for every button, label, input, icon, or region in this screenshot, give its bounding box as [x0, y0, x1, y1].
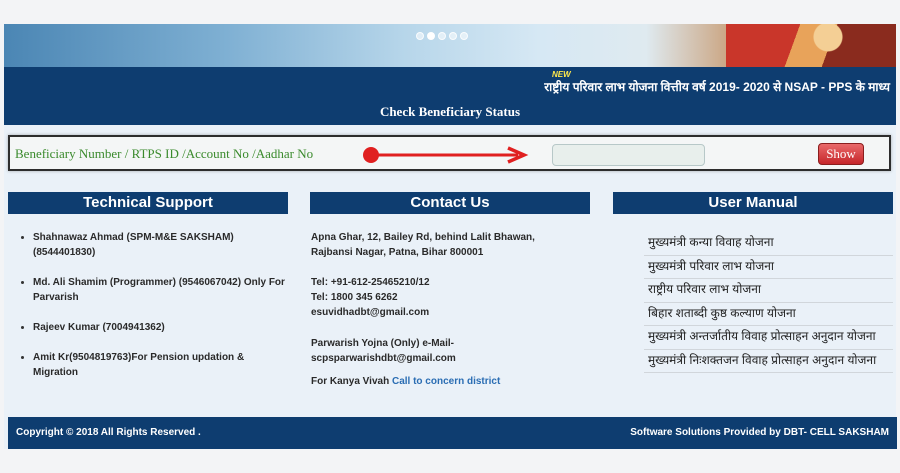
parwarish-email-block: Parwarish Yojna (Only) e-Mail- scpsparwa…: [311, 336, 586, 366]
manual-link[interactable]: मुख्यमंत्री कन्या विवाह योजना: [644, 232, 893, 256]
manual-link[interactable]: राष्ट्रीय परिवार लाभ योजना: [644, 279, 893, 303]
manual-link[interactable]: मुख्यमंत्री निःशक्तजन विवाह प्रोत्साहन अ…: [644, 350, 893, 373]
email-address[interactable]: esuvidhadbt@gmail.com: [311, 305, 586, 320]
beneficiary-id-input[interactable]: [552, 144, 705, 166]
parwarish-email[interactable]: scpsparwarishdbt@gmail.com: [311, 351, 586, 366]
office-address: Apna Ghar, 12, Bailey Rd, behind Lalit B…: [311, 230, 586, 260]
manual-link[interactable]: मुख्यमंत्री परिवार लाभ योजना: [644, 256, 893, 279]
support-contact: Amit Kr(9504819763)For Pension updation …: [19, 350, 289, 380]
phone-line: Tel: 1800 345 6262: [311, 292, 398, 303]
carousel-dot[interactable]: [460, 32, 468, 40]
carousel-dot[interactable]: [449, 32, 457, 40]
page-frame: NEW राष्ट्रीय परिवार लाभ योजना वित्तीय व…: [4, 24, 897, 449]
search-label: Beneficiary Number / RTPS ID /Account No…: [15, 146, 314, 161]
header-band: NEW राष्ट्रीय परिवार लाभ योजना वित्तीय व…: [4, 67, 896, 125]
copyright-text: Copyright © 2018 All Rights Reserved .: [16, 427, 201, 438]
address-line: Rajbansi Nagar, Patna, Bihar 800001: [311, 247, 484, 258]
technical-support-heading: Technical Support: [8, 192, 288, 214]
kanya-vivah-line: For Kanya Vivah Call to concern district: [311, 374, 586, 389]
news-ticker[interactable]: राष्ट्रीय परिवार लाभ योजना वित्तीय वर्ष …: [544, 78, 890, 95]
carousel-dot[interactable]: [416, 32, 424, 40]
phone-line: Tel: +91-612-25465210/12: [311, 277, 430, 288]
arrow-right-icon: [363, 146, 529, 164]
user-manual-list: मुख्यमंत्री कन्या विवाह योजना मुख्यमंत्र…: [644, 232, 893, 373]
contact-us-heading: Contact Us: [310, 192, 590, 214]
parwarish-label: Parwarish Yojna (Only) e-Mail-: [311, 338, 454, 349]
phone-email-block: Tel: +91-612-25465210/12 Tel: 1800 345 6…: [311, 275, 586, 320]
technical-support-list: Shahnawaz Ahmad (SPM-M&E SAKSHAM) (85444…: [19, 230, 289, 395]
manual-link[interactable]: मुख्यमंत्री अन्तर्जातीय विवाह प्रोत्साहन…: [644, 326, 893, 350]
hero-banner: [4, 24, 896, 67]
carousel-dot-active[interactable]: [427, 32, 435, 40]
address-line: Apna Ghar, 12, Bailey Rd, behind Lalit B…: [311, 232, 535, 243]
support-contact: Md. Ali Shamim (Programmer) (9546067042)…: [19, 275, 289, 305]
footer: Copyright © 2018 All Rights Reserved . S…: [8, 417, 897, 449]
support-contact: Rajeev Kumar (7004941362): [19, 320, 289, 335]
banner-artwork: [726, 24, 896, 67]
carousel-dots: [416, 32, 468, 40]
credits-text: Software Solutions Provided by DBT- CELL…: [630, 427, 889, 438]
support-contact: Shahnawaz Ahmad (SPM-M&E SAKSHAM) (85444…: [19, 230, 289, 260]
carousel-dot[interactable]: [438, 32, 446, 40]
show-button[interactable]: Show: [818, 143, 864, 165]
kanya-vivah-label: For Kanya Vivah: [311, 376, 390, 387]
call-district-link[interactable]: Call to concern district: [392, 376, 500, 387]
user-manual-heading: User Manual: [613, 192, 893, 214]
check-status-title: Check Beneficiary Status: [379, 104, 521, 119]
beneficiary-search-bar: Beneficiary Number / RTPS ID /Account No…: [8, 135, 891, 171]
manual-link[interactable]: बिहार शताब्दी कुष्ठ कल्याण योजना: [644, 303, 893, 326]
